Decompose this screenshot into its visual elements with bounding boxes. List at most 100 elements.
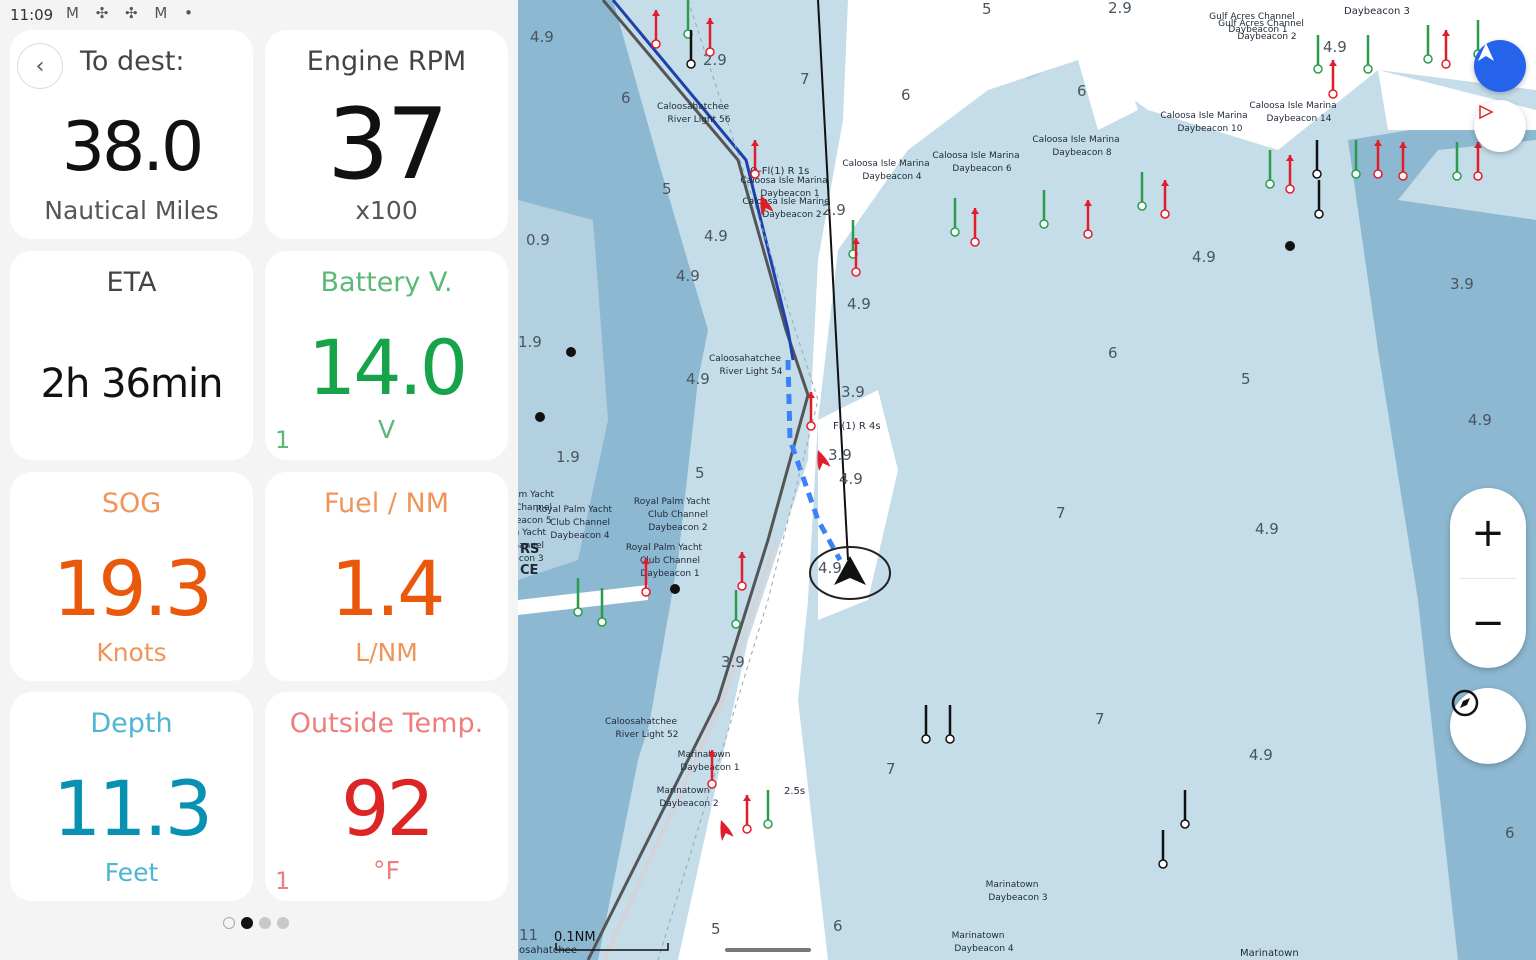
north-up-button[interactable] — [1474, 100, 1526, 152]
depth-sounding: 3.9 — [841, 383, 865, 401]
notification-icons: M ✣ ✣ M • — [66, 4, 199, 22]
depth-sounding: 6 — [621, 89, 631, 107]
depth-sounding: 4.9 — [1255, 520, 1279, 538]
depth-sounding: 2.9 — [1108, 0, 1132, 17]
depth-sounding: 7 — [1056, 504, 1066, 522]
depth-sounding: 1.9 — [518, 333, 542, 351]
fuel-label: Fuel / NM — [323, 488, 450, 519]
chart-canvas[interactable]: 4.92.976 6 652.90.94.94.91.94.93.91.95 4.94… — [518, 0, 1536, 960]
marker-label-royal5: Royal Palm YachtClub ChannelDaybeacon 5 — [518, 490, 555, 526]
depth-sounding: 6 — [901, 86, 911, 104]
marker-label-gulf3: Daybeacon 3 — [1344, 6, 1410, 17]
eta-label: ETA — [106, 267, 157, 298]
page-dot-home-icon[interactable] — [223, 917, 235, 929]
outside-temp-label: Outside Temp. — [289, 708, 484, 739]
depth-sounding: 1.9 — [556, 448, 580, 466]
depth-sounding: 4.9 — [530, 28, 554, 46]
chevron-left-icon: ‹ — [35, 53, 45, 79]
depth-sounding: 5 — [662, 180, 672, 198]
depth-value: 11.3 — [52, 764, 213, 853]
scale-label: 0.1NM — [554, 930, 596, 945]
to-dest-label: To dest: — [80, 46, 185, 77]
depth-sounding: 5 — [982, 0, 992, 18]
sog-label: SOG — [101, 488, 162, 519]
depth-sounding: 4.9 — [704, 227, 728, 245]
depth-sounding: 4.9 — [1249, 746, 1273, 764]
page-indicator[interactable] — [223, 917, 289, 929]
eta-card[interactable]: ETA 2h 36min — [10, 251, 253, 460]
fuel-card[interactable]: Fuel / NM 1.4 L/NM — [265, 472, 508, 681]
sog-card[interactable]: SOG 19.3 Knots — [10, 472, 253, 681]
depth-sounding: 3.9 — [828, 446, 852, 464]
zoom-in-button[interactable]: + — [1450, 488, 1526, 578]
depth-sounding: 11 — [519, 926, 538, 944]
outside-temp-card[interactable]: Outside Temp. 92 °F 1 — [265, 692, 508, 901]
temp-source-index: 1 — [275, 867, 291, 895]
fuel-unit: L/NM — [355, 638, 418, 667]
sog-unit: Knots — [96, 638, 167, 667]
depth-sounding: 4.9 — [839, 470, 863, 488]
page-dot-active[interactable] — [241, 917, 253, 929]
depth-sounding: 4.9 — [847, 295, 871, 313]
to-dest-card[interactable]: ‹ To dest: 38.0 Nautical Miles — [10, 30, 253, 239]
to-dest-unit: Nautical Miles — [44, 196, 219, 225]
depth-sounding: 4.9 — [676, 267, 700, 285]
engine-rpm-unit: x100 — [355, 196, 418, 225]
compass-icon — [1451, 689, 1479, 717]
to-dest-value: 38.0 — [61, 108, 204, 187]
engine-rpm-label: Engine RPM — [306, 46, 467, 77]
engine-rpm-value: 37 — [327, 88, 449, 202]
depth-sounding: 0.9 — [526, 231, 550, 249]
status-time: 11:09 — [10, 6, 54, 24]
sog-value: 19.3 — [52, 544, 213, 633]
page-dot[interactable] — [277, 917, 289, 929]
marker-label-fl4s: Fl(1) R 4s — [833, 421, 881, 432]
depth-sounding: 7 — [800, 70, 810, 88]
depth-unit: Feet — [104, 858, 159, 887]
marker-label-ce: CE — [520, 563, 538, 578]
navigation-arrow-icon — [1478, 43, 1494, 61]
compass-button[interactable] — [1450, 688, 1526, 764]
battery-label: Battery V. — [320, 267, 453, 298]
back-button[interactable]: ‹ — [17, 43, 63, 89]
instrument-panel: 11:09 M ✣ ✣ M • ‹ To dest: 38.0 Nautical… — [0, 0, 518, 960]
marker-label-marina25: 2.5s — [784, 786, 805, 797]
status-bar: 11:09 M ✣ ✣ M • — [0, 0, 518, 28]
depth-sounding: 5 — [695, 464, 705, 482]
depth-sounding: 5 — [1241, 370, 1251, 388]
zoom-out-button[interactable]: − — [1450, 578, 1526, 668]
home-indicator[interactable] — [725, 948, 811, 952]
depth-sounding: 5 — [711, 920, 721, 938]
depth-sounding: 6 — [1108, 344, 1118, 362]
depth-sounding: 7 — [1095, 710, 1105, 728]
depth-sounding: 4.9 — [1192, 248, 1216, 266]
battery-unit: V — [377, 415, 396, 444]
depth-sounding: 6 — [1505, 824, 1515, 842]
outside-temp-value: 92 — [341, 764, 435, 853]
outside-temp-unit: °F — [373, 856, 400, 885]
eta-value: 2h 36min — [40, 361, 224, 407]
engine-rpm-card[interactable]: Engine RPM 37 x100 — [265, 30, 508, 239]
depth-sounding: 7 — [886, 760, 896, 778]
page-dot[interactable] — [259, 917, 271, 929]
depth-sounding: 4.9 — [1323, 38, 1347, 56]
navigation-mode-button[interactable] — [1474, 40, 1526, 92]
depth-sounding: 3.9 — [1450, 275, 1474, 293]
marker-label-marinatown: Marinatown — [1240, 948, 1299, 959]
battery-card[interactable]: Battery V. 14.0 V 1 — [265, 251, 508, 460]
depth-sounding: 4.9 — [818, 559, 842, 577]
depth-sounding: 3.9 — [721, 653, 745, 671]
depth-sounding: 6 — [1077, 82, 1087, 100]
marker-label-rs: RS — [520, 542, 539, 557]
north-arrow-icon — [1479, 104, 1494, 120]
battery-value: 14.0 — [307, 323, 468, 412]
depth-sounding: 6 — [833, 917, 843, 935]
zoom-controls: + − — [1450, 488, 1526, 668]
battery-source-index: 1 — [275, 426, 291, 454]
fuel-value: 1.4 — [330, 544, 446, 633]
depth-sounding: 4.9 — [686, 370, 710, 388]
nautical-chart[interactable]: 4.9 2.9 7 6 6 6 5 2.9 0.9 4.9 4.9 1.9 4.9 3.9 1.9 5 4.9 4… — [518, 0, 1536, 960]
depth-sounding: 4.9 — [1468, 411, 1492, 429]
depth-label: Depth — [90, 708, 173, 739]
depth-card[interactable]: Depth 11.3 Feet — [10, 692, 253, 901]
